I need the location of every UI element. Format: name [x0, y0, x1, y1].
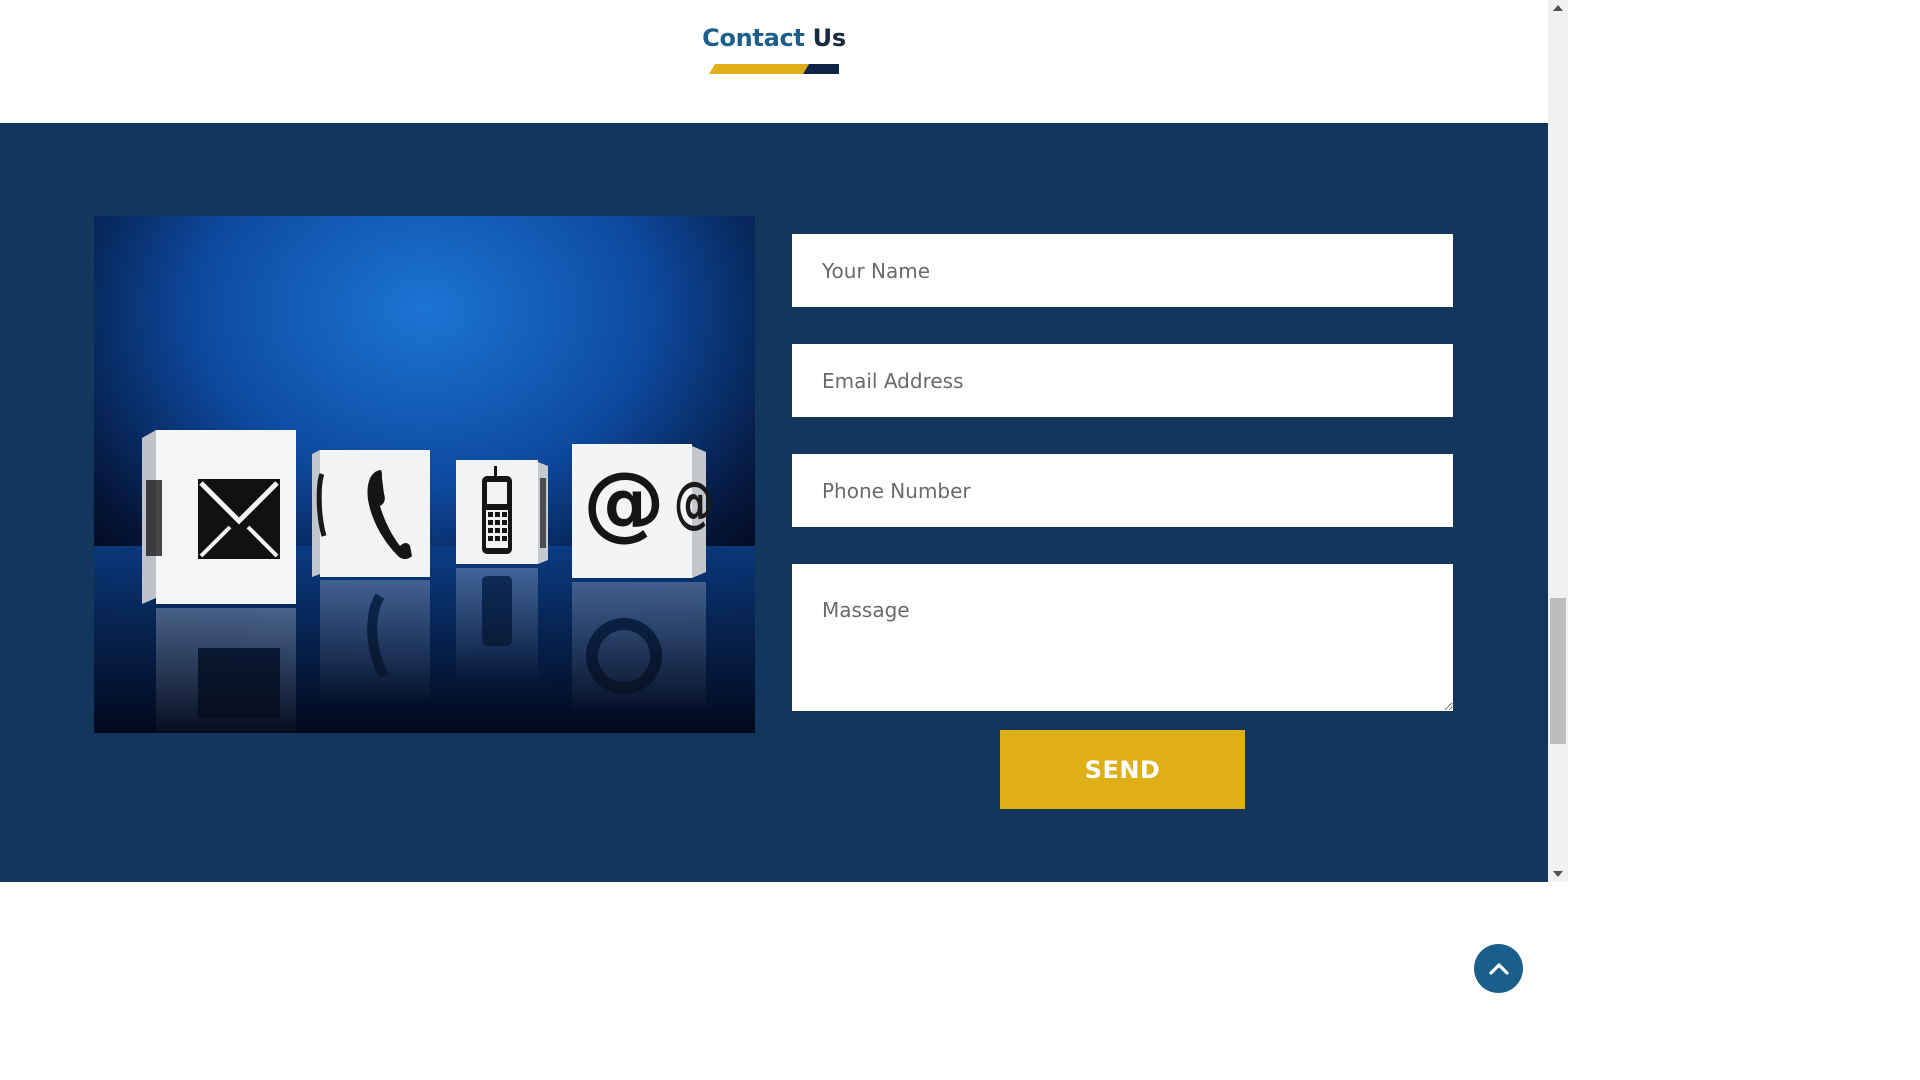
page-title: Contact Us	[0, 24, 1548, 52]
page-scrollbar[interactable]	[1548, 0, 1568, 882]
phone-cube	[312, 450, 430, 698]
phone-field[interactable]	[792, 454, 1453, 527]
at-sign-icon: @	[583, 455, 665, 550]
envelope-cube	[142, 430, 296, 733]
contact-illustration: @ @	[94, 216, 755, 733]
mobile-phone-icon	[482, 466, 512, 554]
title-part-contact: Contact	[702, 24, 805, 52]
scroll-down-arrow[interactable]	[1548, 866, 1568, 882]
back-to-top-button[interactable]	[1474, 944, 1523, 993]
mobile-cube	[456, 460, 548, 678]
title-underline-decoration	[709, 64, 839, 74]
email-field[interactable]	[792, 344, 1453, 417]
section-heading: Contact Us	[0, 0, 1548, 123]
scroll-up-arrow[interactable]	[1548, 0, 1568, 16]
contact-page: Contact Us @ @ Your Name Email Address P…	[0, 0, 1548, 993]
scrollbar-thumb[interactable]	[1550, 598, 1566, 744]
at-sign-side-glyph: @	[674, 471, 714, 535]
name-field[interactable]	[792, 234, 1453, 307]
message-field[interactable]	[792, 564, 1453, 711]
at-sign-cube: @ @	[572, 444, 714, 708]
envelope-icon	[198, 479, 280, 559]
send-button[interactable]: SEND	[1000, 730, 1245, 809]
contact-icons-image: @ @	[94, 216, 755, 733]
triangle-up-icon	[1553, 5, 1563, 11]
title-part-us: Us	[804, 24, 846, 52]
triangle-down-icon	[1553, 871, 1563, 877]
contact-section: @ @ SEND	[0, 123, 1548, 993]
chevron-up-icon	[1488, 962, 1509, 975]
